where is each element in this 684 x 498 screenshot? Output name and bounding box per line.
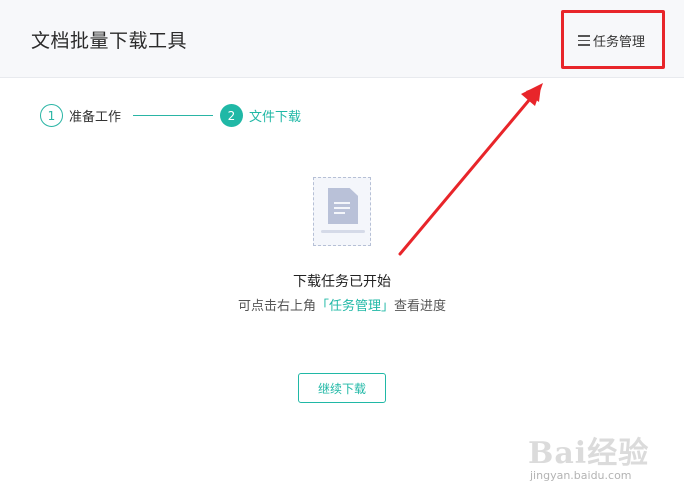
step-number-circle: 2 [220, 104, 243, 127]
status-hint-link: 「任务管理」 [315, 299, 394, 314]
document-icon [313, 177, 371, 246]
document-line [334, 207, 350, 209]
document-line [334, 212, 345, 214]
watermark-logo-text: Bai经验 [528, 436, 650, 471]
watermark-url: jingyan.baidu.com [530, 469, 632, 482]
status-hint-prefix: 可点击右上角 [237, 299, 316, 314]
status-title: 下载任务已开始 [293, 274, 391, 290]
step-label: 文件下载 [249, 110, 302, 125]
step-download: 2 文件下载 [220, 104, 301, 127]
status-hint: 可点击右上角「任务管理」查看进度 [0, 295, 684, 314]
baidu-watermark: Bai经验 jingyan.baidu.com [520, 420, 670, 490]
document-line [334, 202, 350, 204]
step-connector-line [133, 115, 213, 116]
step-indicator: 1 准备工作 2 文件下载 [40, 104, 340, 128]
status-hint-suffix: 查看进度 [394, 299, 447, 314]
document-sheet [328, 188, 358, 224]
step-prepare: 1 准备工作 [40, 104, 121, 127]
continue-download-button[interactable]: 继续下载 [298, 373, 386, 403]
step-label: 准备工作 [69, 110, 122, 125]
document-shadow [321, 230, 365, 233]
app-title: 文档批量下载工具 [31, 30, 188, 52]
step-number-circle: 1 [40, 104, 63, 127]
red-highlight-box [561, 10, 665, 69]
